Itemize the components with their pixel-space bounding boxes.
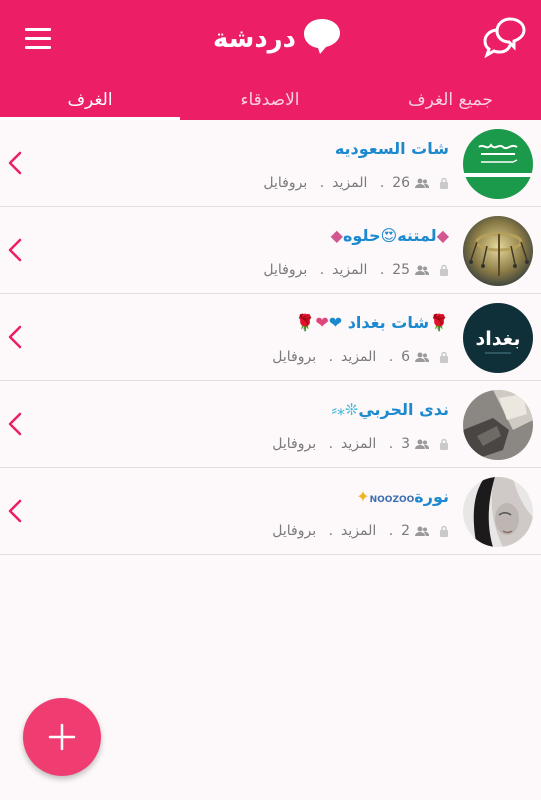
more-link[interactable]: المزيد bbox=[341, 523, 376, 539]
lock-icon bbox=[440, 438, 448, 450]
members-count: 25 bbox=[392, 262, 411, 278]
profile-link[interactable]: بروفايل bbox=[263, 175, 307, 191]
room-avatar[interactable] bbox=[463, 216, 533, 286]
room-meta: 2. المزيد. بروفايل bbox=[272, 522, 449, 540]
app-title: دردشة bbox=[213, 24, 296, 54]
room-name[interactable]: نورةNOOZOO✦ bbox=[356, 486, 449, 511]
room-row[interactable]: شات السعوديه 26. المزيد. بروفايل bbox=[0, 120, 541, 207]
room-name[interactable]: ◆لمتنه😍حلوه◆ bbox=[331, 225, 449, 247]
tab-friends[interactable]: الاصدقاء bbox=[180, 84, 360, 120]
room-meta: 3. المزيد. بروفايل bbox=[272, 435, 449, 453]
room-meta: 26. المزيد. بروفايل bbox=[263, 174, 449, 192]
members-icon bbox=[414, 178, 429, 188]
room-name[interactable]: 🌹شات بغداد ❤❤🌹 bbox=[295, 312, 449, 334]
lock-icon bbox=[440, 525, 448, 537]
room-avatar[interactable] bbox=[463, 477, 533, 547]
room-meta: 25. المزيد. بروفايل bbox=[263, 261, 449, 279]
sparkle-icon: ✦ bbox=[356, 487, 370, 506]
profile-link[interactable]: بروفايل bbox=[272, 436, 316, 452]
room-list: شات السعوديه 26. المزيد. بروفايل ◆لمتنه😍… bbox=[0, 120, 541, 555]
room-row[interactable]: ندى الحربي❊⁎⸗ 3. المزيد. بروفايل bbox=[0, 381, 541, 468]
members-count: 6 bbox=[401, 349, 411, 365]
members-count: 26 bbox=[392, 175, 411, 191]
avatar-text: بغداد bbox=[475, 328, 520, 350]
lock-icon bbox=[440, 351, 448, 363]
members-icon bbox=[414, 265, 429, 275]
room-avatar[interactable]: بغداد bbox=[463, 303, 533, 373]
room-row[interactable]: ◆لمتنه😍حلوه◆ 25. المزيد. بروفايل bbox=[0, 207, 541, 294]
room-avatar[interactable] bbox=[463, 129, 533, 199]
menu-icon[interactable] bbox=[22, 26, 58, 52]
members-count: 3 bbox=[401, 436, 411, 452]
profile-link[interactable]: بروفايل bbox=[272, 349, 316, 365]
rose-icon: 🌹 bbox=[429, 313, 449, 332]
room-row[interactable]: نورةNOOZOO✦ 2. المزيد. بروفايل bbox=[0, 468, 541, 555]
members-icon bbox=[414, 439, 429, 449]
room-name[interactable]: ندى الحربي❊⁎⸗ bbox=[332, 399, 449, 421]
room-row[interactable]: بغداد 🌹شات بغداد ❤❤🌹 6. المزيد. بروفايل bbox=[0, 294, 541, 381]
chevron-left-icon[interactable] bbox=[6, 237, 24, 263]
plus-icon bbox=[48, 723, 76, 751]
profile-link[interactable]: بروفايل bbox=[263, 262, 307, 278]
sparkle-icon: ❊⁎⸗ bbox=[331, 400, 359, 419]
chevron-left-icon[interactable] bbox=[6, 411, 24, 437]
more-link[interactable]: المزيد bbox=[332, 262, 367, 278]
chevron-left-icon[interactable] bbox=[6, 498, 24, 524]
lock-icon bbox=[440, 177, 448, 189]
members-count: 2 bbox=[401, 523, 411, 539]
room-avatar[interactable] bbox=[463, 390, 533, 460]
chevron-left-icon[interactable] bbox=[6, 324, 24, 350]
profile-link[interactable]: بروفايل bbox=[272, 523, 316, 539]
members-icon bbox=[414, 352, 429, 362]
room-meta: 6. المزيد. بروفايل bbox=[272, 348, 449, 366]
diamond-icon: ◆ bbox=[436, 226, 449, 245]
more-link[interactable]: المزيد bbox=[341, 436, 376, 452]
chat-bubble-logo-icon bbox=[304, 19, 340, 54]
app-title-group: دردشة bbox=[190, 14, 350, 60]
app-bar: دردشة الغرف الاصدقاء جميع الغرف bbox=[0, 0, 541, 120]
tab-rooms[interactable]: الغرف bbox=[0, 84, 180, 120]
watermark-badge: NOOZOO bbox=[369, 495, 415, 505]
more-link[interactable]: المزيد bbox=[332, 175, 367, 191]
more-link[interactable]: المزيد bbox=[341, 349, 376, 365]
rose-icon: 🌹 bbox=[295, 313, 316, 332]
heart-icon: ❤ bbox=[315, 313, 329, 332]
tab-bar: الغرف الاصدقاء جميع الغرف bbox=[0, 84, 541, 120]
members-icon bbox=[414, 526, 429, 536]
lock-icon bbox=[440, 264, 448, 276]
diamond-icon: ◆ bbox=[330, 226, 343, 245]
chat-bubbles-icon[interactable] bbox=[482, 16, 528, 58]
tab-all-rooms[interactable]: جميع الغرف bbox=[360, 84, 541, 120]
room-name[interactable]: شات السعوديه bbox=[335, 138, 449, 160]
chevron-left-icon[interactable] bbox=[6, 150, 24, 176]
add-room-button[interactable] bbox=[23, 698, 101, 776]
